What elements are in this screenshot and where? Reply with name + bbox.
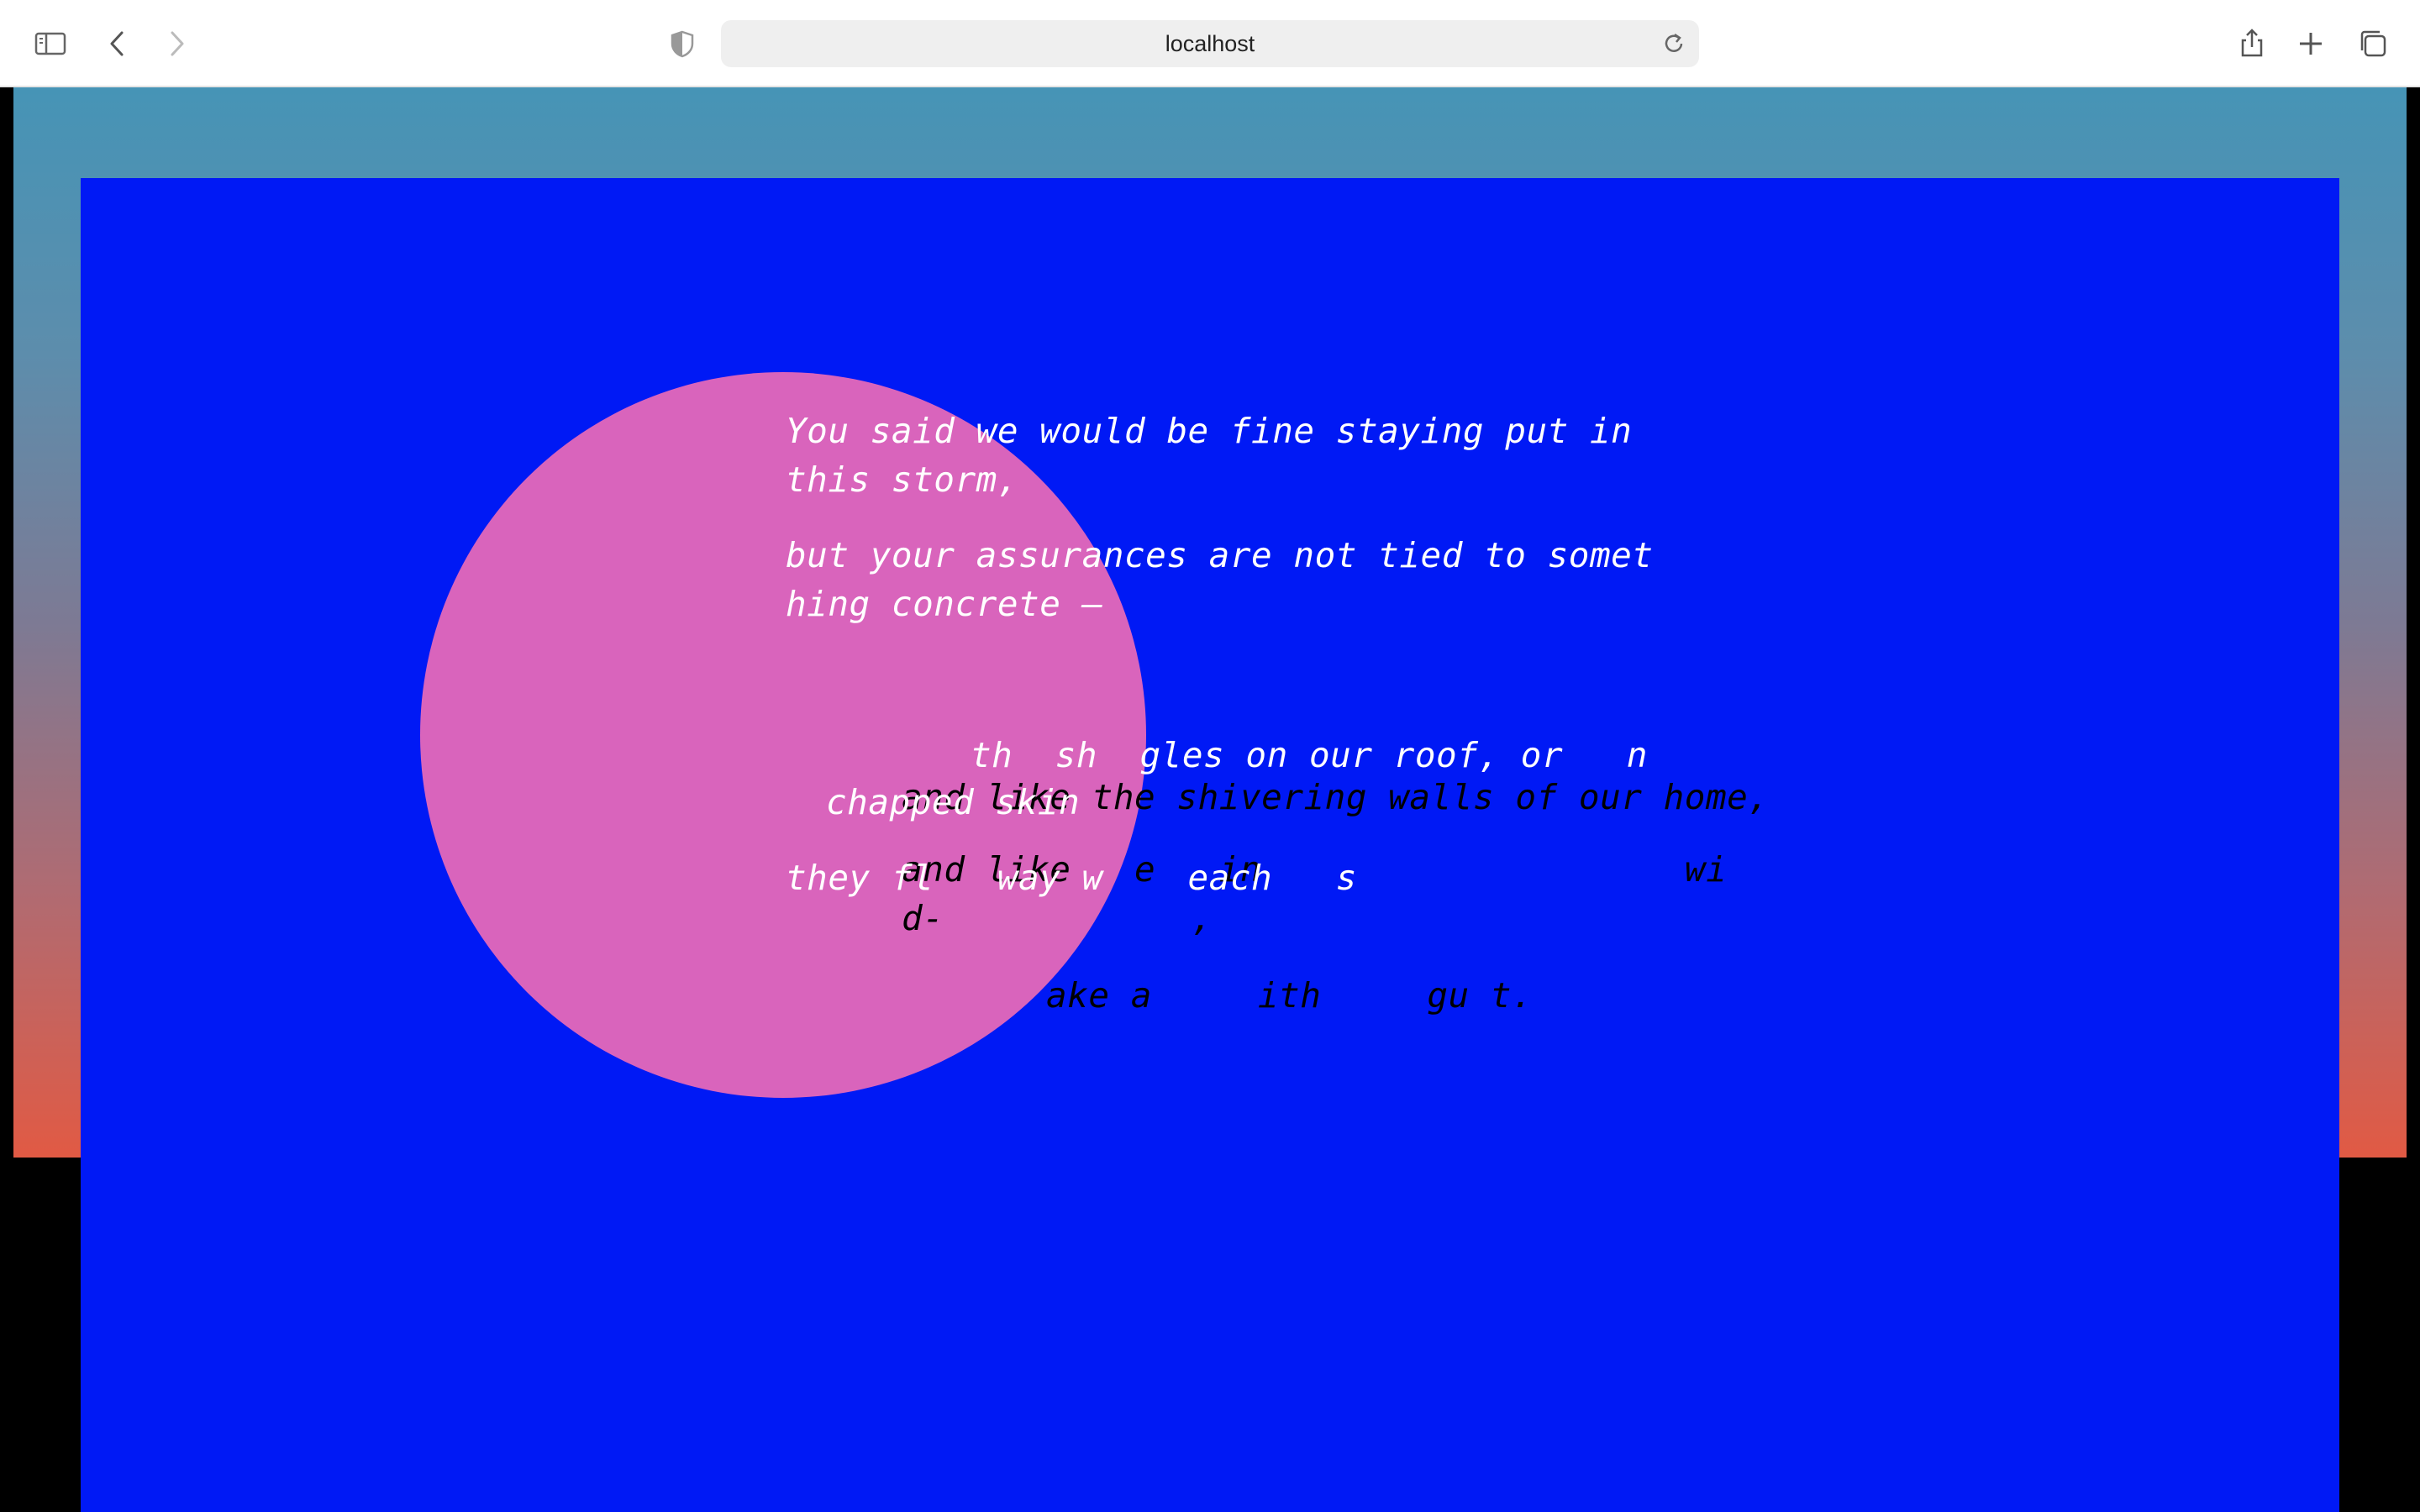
back-icon[interactable] (99, 25, 136, 62)
poem-fragment-black-4: d- (902, 898, 944, 938)
poem-line-2a: but your assurances are not tied to some… (786, 535, 1654, 575)
share-icon[interactable] (2233, 25, 2270, 62)
poem-fragment-black-6: ake a ith gu t. (1046, 975, 1534, 1016)
poem-line-1a: You said we would be fine staying put in (786, 411, 1633, 451)
browser-toolbar: localhost (0, 0, 2420, 87)
address-bar[interactable]: localhost (721, 20, 1699, 67)
new-tab-icon[interactable] (2292, 25, 2329, 62)
poem-fragment-white-2: chapped skin (826, 782, 1081, 822)
poem-fragment-white-3: they fl way w each s (786, 858, 1357, 898)
poem-line-1b: this storm, (786, 459, 1019, 500)
privacy-shield-icon[interactable] (664, 25, 701, 62)
forward-icon[interactable] (158, 25, 195, 62)
poem-fragment-black-5: , (1192, 898, 1213, 938)
tab-overview-icon[interactable] (2354, 25, 2391, 62)
reload-icon[interactable] (1660, 30, 1687, 57)
poem-fragment-black-3: wi (1685, 849, 1728, 890)
sidebar-toggle-icon[interactable] (32, 25, 69, 62)
page-viewport: You said we would be fine staying put in… (0, 87, 2420, 1512)
poem-line-2b: hing concrete — (786, 584, 1103, 624)
url-text: localhost (1165, 31, 1255, 56)
